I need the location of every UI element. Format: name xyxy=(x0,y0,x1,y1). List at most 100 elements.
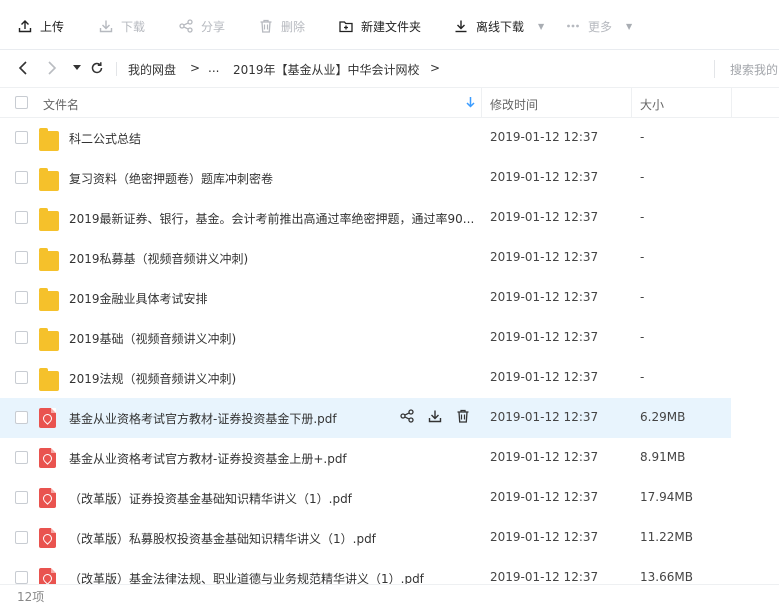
offline-download-button[interactable]: 离线下载 ▼ xyxy=(454,17,544,35)
share-label: 分享 xyxy=(201,19,226,34)
row-checkbox[interactable] xyxy=(15,331,28,344)
download-icon[interactable] xyxy=(428,409,442,423)
file-name[interactable]: 复习资料（绝密押题卷）题库冲刺密卷 xyxy=(69,170,273,187)
file-name[interactable]: （改革版）私募股权投资基金基础知识精华讲义（1）.pdf xyxy=(69,530,376,547)
column-divider xyxy=(481,88,482,118)
table-row[interactable]: 科二公式总结 2019-01-12 12:37 - xyxy=(0,118,731,158)
chevron-down-icon[interactable]: ▼ xyxy=(626,22,632,31)
search-input[interactable]: 搜索我的 xyxy=(730,61,778,78)
table-row[interactable]: （改革版）私募股权投资基金基础知识精华讲义（1）.pdf 2019-01-12 1… xyxy=(0,518,731,558)
folder-icon xyxy=(39,288,59,311)
new-folder-icon xyxy=(339,19,353,33)
upload-button[interactable]: 上传 xyxy=(18,17,64,35)
breadcrumb-ellipsis[interactable]: ... xyxy=(208,61,219,75)
history-dropdown-icon[interactable] xyxy=(69,60,85,76)
file-modified-date: 2019-01-12 12:37 xyxy=(490,250,599,264)
folder-icon xyxy=(39,368,59,391)
row-checkbox[interactable] xyxy=(15,291,28,304)
file-name[interactable]: 基金从业资格考试官方教材-证券投资基金上册+.pdf xyxy=(69,450,347,467)
folder-icon xyxy=(39,128,59,151)
file-modified-date: 2019-01-12 12:37 xyxy=(490,530,599,544)
download-icon xyxy=(99,19,113,33)
navigation-bar: 我的网盘 > ... 2019年【基金从业】中华会计网校 > 搜索我的 xyxy=(0,51,779,87)
file-size: 17.94MB xyxy=(640,490,693,504)
breadcrumb-root[interactable]: 我的网盘 xyxy=(128,61,176,78)
table-row[interactable]: 2019金融业具体考试安排 2019-01-12 12:37 - xyxy=(0,278,731,318)
file-modified-date: 2019-01-12 12:37 xyxy=(490,450,599,464)
pdf-file-icon xyxy=(39,408,56,428)
folder-icon xyxy=(39,328,59,351)
table-row[interactable]: 2019基础（视频音频讲义冲刺) 2019-01-12 12:37 - xyxy=(0,318,731,358)
new-folder-button[interactable]: 新建文件夹 xyxy=(339,17,421,35)
folder-icon xyxy=(39,248,59,271)
file-modified-date: 2019-01-12 12:37 xyxy=(490,130,599,144)
table-row[interactable]: 基金从业资格考试官方教材-证券投资基金上册+.pdf 2019-01-12 12:… xyxy=(0,438,731,478)
delete-button[interactable]: 删除 xyxy=(259,17,305,35)
row-checkbox[interactable] xyxy=(15,211,28,224)
select-all-checkbox[interactable] xyxy=(15,96,28,109)
file-name[interactable]: 2019金融业具体考试安排 xyxy=(69,290,208,307)
status-bar: 12项 xyxy=(0,584,779,604)
toolbar: 上传 下载 分享 删除 新建文件夹 离线下载 ▼ 更多 ▼ xyxy=(0,0,779,50)
column-header-modified[interactable]: 修改时间 xyxy=(490,96,538,113)
file-list: 科二公式总结 2019-01-12 12:37 - 复习资料（绝密押题卷）题库冲刺密卷… xyxy=(0,118,779,586)
file-name[interactable]: 2019最新证券、银行，基金。会计考前推出高通过率绝密押题，通过率90... xyxy=(69,210,474,227)
file-modified-date: 2019-01-12 12:37 xyxy=(490,170,599,184)
table-row[interactable]: 2019最新证券、银行，基金。会计考前推出高通过率绝密押题，通过率90... 20… xyxy=(0,198,731,238)
item-count: 12项 xyxy=(17,590,45,604)
row-checkbox[interactable] xyxy=(15,251,28,264)
folder-icon xyxy=(39,208,59,231)
row-checkbox[interactable] xyxy=(15,491,28,504)
file-name[interactable]: 科二公式总结 xyxy=(69,130,141,147)
row-checkbox[interactable] xyxy=(15,531,28,544)
file-size: 6.29MB xyxy=(640,410,686,424)
row-checkbox[interactable] xyxy=(15,571,28,584)
upload-icon xyxy=(18,19,32,33)
sort-arrow-icon[interactable] xyxy=(466,97,475,111)
column-header-size[interactable]: 大小 xyxy=(640,96,664,113)
file-modified-date: 2019-01-12 12:37 xyxy=(490,370,599,384)
file-size: - xyxy=(640,290,645,304)
row-actions xyxy=(400,409,470,427)
breadcrumb-separator: > xyxy=(190,61,201,75)
row-checkbox[interactable] xyxy=(15,371,28,384)
file-name[interactable]: （改革版）证券投资基金基础知识精华讲义（1）.pdf xyxy=(69,490,352,507)
nav-divider xyxy=(116,62,117,76)
file-name[interactable]: 基金从业资格考试官方教材-证券投资基金下册.pdf xyxy=(69,410,337,427)
row-checkbox[interactable] xyxy=(15,131,28,144)
share-button[interactable]: 分享 xyxy=(179,17,225,35)
more-label: 更多 xyxy=(588,19,613,34)
file-size: - xyxy=(640,250,645,264)
table-row[interactable]: 2019私募基（视频音频讲义冲刺) 2019-01-12 12:37 - xyxy=(0,238,731,278)
share-icon[interactable] xyxy=(400,409,414,423)
more-dots-icon xyxy=(566,19,580,33)
file-modified-date: 2019-01-12 12:37 xyxy=(490,290,599,304)
table-row[interactable]: 2019法规（视频音频讲义冲刺) 2019-01-12 12:37 - xyxy=(0,358,731,398)
row-checkbox[interactable] xyxy=(15,451,28,464)
file-name[interactable]: 2019基础（视频音频讲义冲刺) xyxy=(69,330,236,347)
column-header-name[interactable]: 文件名 xyxy=(43,96,79,113)
breadcrumb-current[interactable]: 2019年【基金从业】中华会计网校 xyxy=(233,61,420,78)
download-button[interactable]: 下载 xyxy=(99,17,145,35)
row-checkbox[interactable] xyxy=(15,171,28,184)
refresh-icon[interactable] xyxy=(89,60,105,76)
file-size: 8.91MB xyxy=(640,450,686,464)
file-name[interactable]: 2019法规（视频音频讲义冲刺) xyxy=(69,370,236,387)
back-arrow-icon[interactable] xyxy=(15,60,31,76)
table-row[interactable]: 复习资料（绝密押题卷）题库冲刺密卷 2019-01-12 12:37 - xyxy=(0,158,731,198)
file-size: - xyxy=(640,370,645,384)
file-name[interactable]: 2019私募基（视频音频讲义冲刺) xyxy=(69,250,248,267)
search-divider xyxy=(714,60,715,78)
table-row[interactable]: （改革版）证券投资基金基础知识精华讲义（1）.pdf 2019-01-12 12:… xyxy=(0,478,731,518)
more-button[interactable]: 更多 ▼ xyxy=(566,17,632,35)
file-modified-date: 2019-01-12 12:37 xyxy=(490,490,599,504)
offline-download-icon xyxy=(454,19,468,33)
table-row[interactable]: （改革版）基金法律法规、职业道德与业务规范精华讲义（1）.pdf 2019-01-… xyxy=(0,558,731,586)
forward-arrow-icon[interactable] xyxy=(44,60,60,76)
row-checkbox[interactable] xyxy=(15,411,28,424)
column-divider xyxy=(631,88,632,118)
pdf-file-icon xyxy=(39,528,56,548)
table-row[interactable]: 基金从业资格考试官方教材-证券投资基金下册.pdf 2019-01-12 12:3… xyxy=(0,398,731,438)
trash-icon[interactable] xyxy=(456,409,470,423)
chevron-down-icon[interactable]: ▼ xyxy=(538,22,544,31)
